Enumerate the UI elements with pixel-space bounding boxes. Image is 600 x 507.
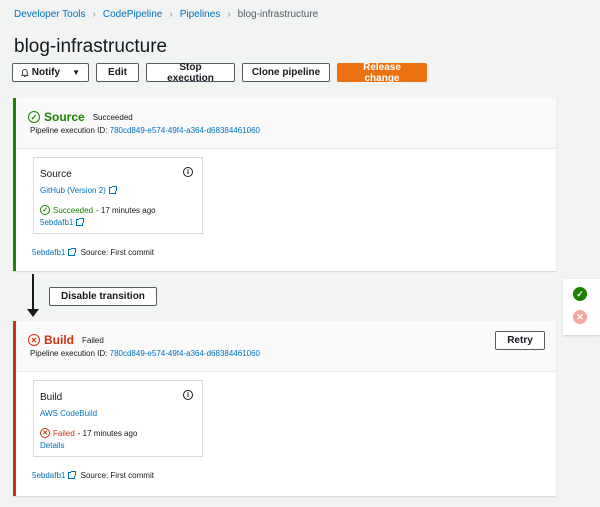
- breadcrumb-current: blog-infrastructure: [237, 9, 319, 20]
- commit-link[interactable]: 5ebdafb1: [40, 218, 85, 227]
- failed-x-icon[interactable]: ✕: [573, 310, 587, 324]
- action-status: ✕ Failed - 17 minutes ago: [40, 428, 137, 438]
- notify-button[interactable]: Notify ▼: [12, 63, 89, 82]
- execution-id-label: Pipeline execution ID:: [30, 126, 108, 135]
- chevron-right-icon: ›: [227, 9, 231, 20]
- notify-label: Notify: [31, 67, 61, 78]
- commit-id-link[interactable]: 5ebdafb1: [32, 248, 77, 257]
- action-time: - 17 minutes ago: [96, 205, 156, 215]
- page-title: blog-infrastructure: [14, 36, 168, 57]
- info-icon[interactable]: i: [183, 390, 193, 400]
- chevron-right-icon: ›: [169, 9, 173, 20]
- details-link[interactable]: Details: [40, 441, 64, 450]
- execution-id: Pipeline execution ID: 780cd849-e574-49f…: [30, 349, 260, 358]
- stage-title: ✕ Build Failed: [28, 333, 104, 347]
- stop-execution-button[interactable]: Stop execution: [146, 62, 235, 84]
- bell-icon: [21, 68, 29, 77]
- action-name: Build: [40, 392, 63, 403]
- stage-commit: 5ebdafb1 Source: First commit: [32, 471, 154, 480]
- commit-id: 5ebdafb1: [32, 248, 66, 257]
- build-stage: ✕ Build Failed Retry Pipeline execution …: [13, 321, 556, 496]
- chevron-right-icon: ›: [92, 9, 96, 20]
- action-card-source: Source i GitHub (Version 2) ✓ Succeeded …: [33, 157, 203, 234]
- action-status-text: Failed: [53, 428, 75, 438]
- action-name: Source: [40, 169, 72, 180]
- execution-id-link[interactable]: 780cd849-e574-49f4-a364-d68384461060: [110, 349, 260, 358]
- stage-commit: 5ebdafb1 Source: First commit: [32, 248, 154, 257]
- commit-link-label: 5ebdafb1: [40, 218, 74, 227]
- stage-name: Source: [44, 110, 85, 124]
- edit-button[interactable]: Edit: [96, 63, 139, 82]
- execution-id-label: Pipeline execution ID:: [30, 349, 108, 358]
- stage-status-panel: ✓ ✕: [563, 279, 600, 335]
- stage-header: ✕ Build Failed Retry Pipeline execution …: [16, 321, 556, 372]
- breadcrumb-codepipeline[interactable]: CodePipeline: [103, 9, 163, 20]
- provider-link[interactable]: AWS CodeBuild: [40, 409, 97, 418]
- disable-transition-button[interactable]: Disable transition: [49, 287, 157, 306]
- provider-label: GitHub (Version 2): [40, 186, 106, 195]
- action-status-text: Succeeded: [53, 205, 94, 215]
- failed-x-icon: ✕: [40, 428, 50, 438]
- execution-id-link[interactable]: 780cd849-e574-49f4-a364-d68384461060: [110, 126, 260, 135]
- toolbar: Notify ▼ Edit Stop execution Clone pipel…: [12, 62, 427, 84]
- release-change-button[interactable]: Release change: [337, 62, 427, 84]
- commit-id: 5ebdafb1: [32, 471, 66, 480]
- external-link-icon: [68, 248, 77, 256]
- stage-header: ✓ Source Succeeded Pipeline execution ID…: [16, 98, 556, 149]
- external-link-icon: [68, 471, 77, 479]
- success-check-icon[interactable]: ✓: [573, 287, 587, 301]
- failed-x-icon: ✕: [28, 334, 40, 346]
- commit-message: Source: First commit: [80, 248, 154, 257]
- action-time: - 17 minutes ago: [77, 428, 138, 438]
- source-stage: ✓ Source Succeeded Pipeline execution ID…: [13, 98, 556, 271]
- execution-id: Pipeline execution ID: 780cd849-e574-49f…: [30, 126, 260, 135]
- info-icon[interactable]: i: [183, 167, 193, 177]
- caret-down-icon: ▼: [72, 68, 80, 77]
- breadcrumb-developer-tools[interactable]: Developer Tools: [14, 9, 86, 20]
- action-card-build: Build i AWS CodeBuild ✕ Failed - 17 minu…: [33, 380, 203, 457]
- breadcrumb-pipelines[interactable]: Pipelines: [180, 9, 221, 20]
- success-check-icon: ✓: [40, 205, 50, 215]
- stage-name: Build: [44, 333, 74, 347]
- clone-pipeline-button[interactable]: Clone pipeline: [242, 63, 330, 82]
- transition-arrow: [32, 274, 34, 314]
- breadcrumb: Developer Tools › CodePipeline › Pipelin…: [14, 9, 318, 20]
- external-link-icon: [108, 186, 117, 194]
- arrow-down-icon: [27, 309, 39, 317]
- retry-button[interactable]: Retry: [495, 331, 545, 350]
- success-check-icon: ✓: [28, 111, 40, 123]
- commit-message: Source: First commit: [80, 471, 154, 480]
- commit-id-link[interactable]: 5ebdafb1: [32, 471, 77, 480]
- provider-link[interactable]: GitHub (Version 2): [40, 186, 117, 195]
- action-status: ✓ Succeeded - 17 minutes ago: [40, 205, 156, 215]
- stage-title: ✓ Source Succeeded: [28, 110, 133, 124]
- stage-status: Failed: [82, 335, 104, 345]
- external-link-icon: [76, 218, 85, 226]
- stage-status: Succeeded: [92, 112, 133, 122]
